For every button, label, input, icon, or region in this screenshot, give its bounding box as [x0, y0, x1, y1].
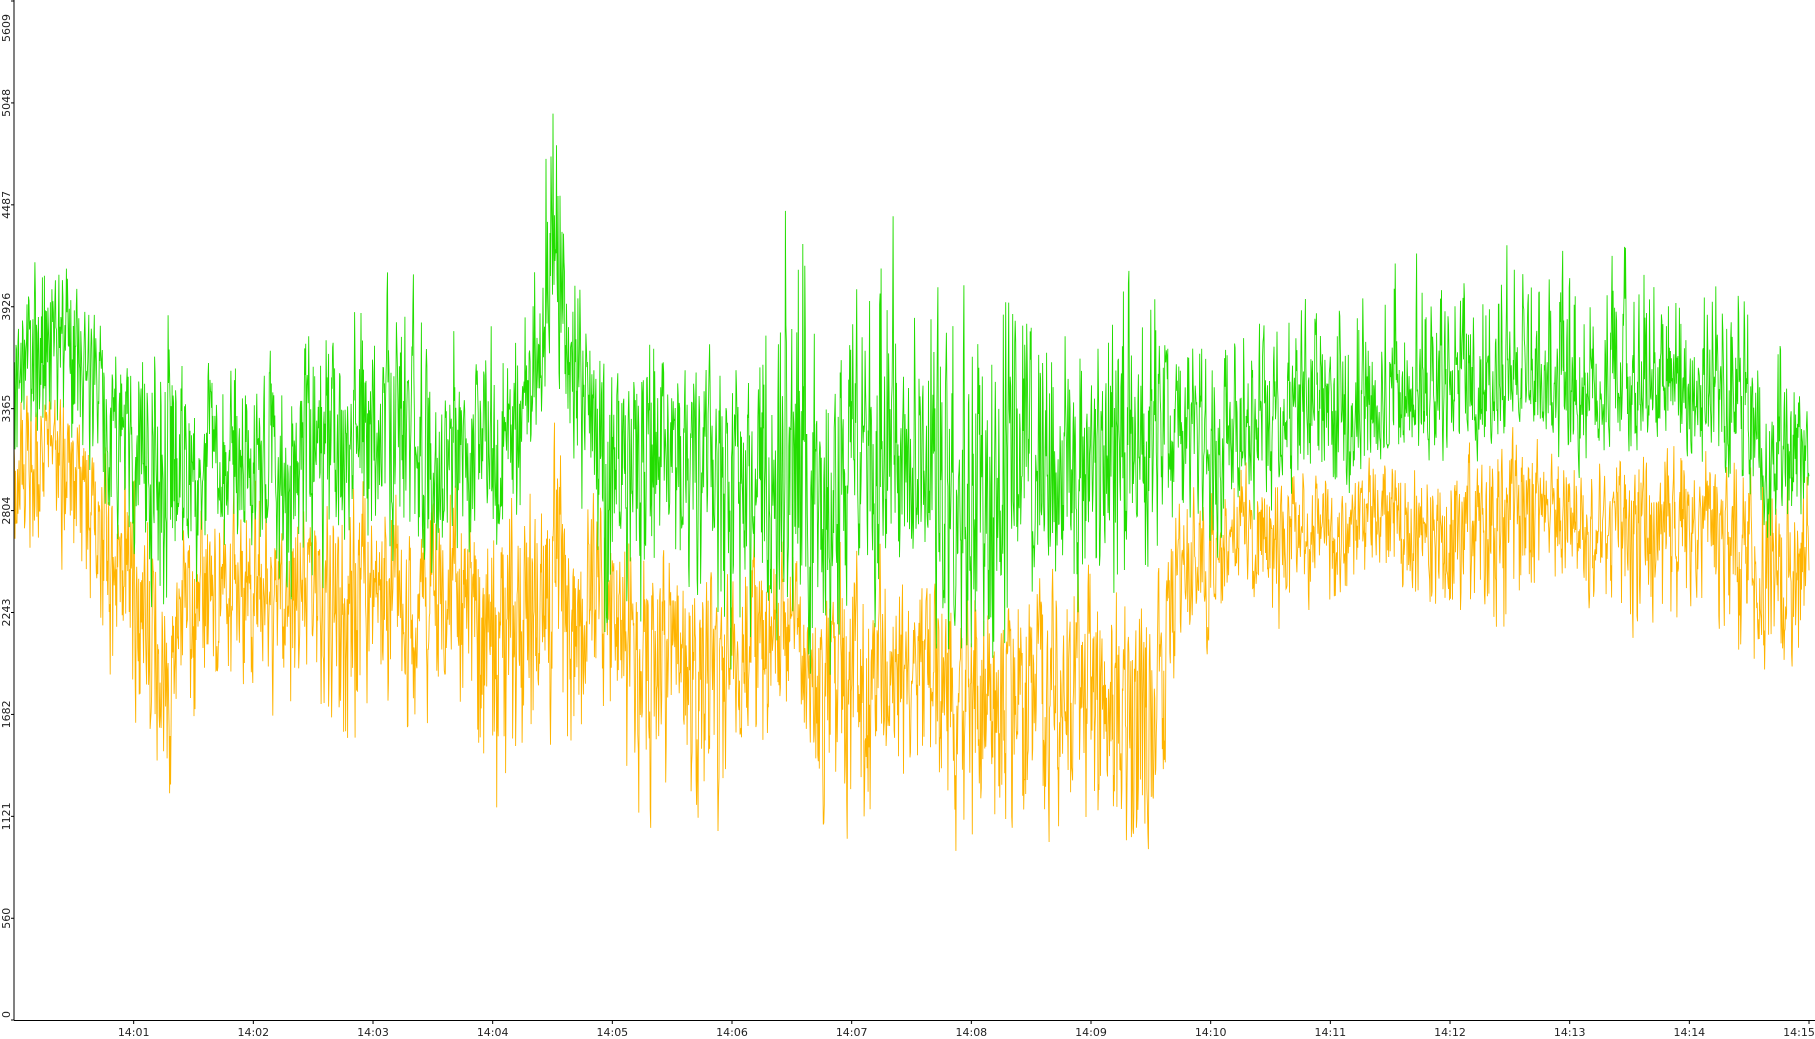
time-series-chart: 0 560 1121 1682 2243 2804 3365 3926 4487 5048 5609…	[0, 0, 1815, 1039]
series-layer	[13, 113, 1810, 851]
x-tick-label: 14:13	[1554, 1026, 1586, 1039]
y-tick-label: 3926	[0, 293, 13, 321]
y-tick-label: 4487	[0, 191, 13, 219]
y-tick-label: 2243	[0, 599, 13, 627]
x-tick-labels: 14:01 14:02 14:03 14:04 14:05 14:06 14:07 14:08…	[118, 1020, 1815, 1039]
y-tick-label: 0	[0, 1011, 13, 1018]
x-tick-label: 14:15	[1783, 1026, 1815, 1039]
x-tick-label: 14:12	[1434, 1026, 1466, 1039]
x-tick-label: 14:14	[1673, 1026, 1705, 1039]
x-tick-label: 14:10	[1195, 1026, 1227, 1039]
x-tick-label: 14:02	[237, 1026, 269, 1039]
x-tick-label: 14:11	[1314, 1026, 1346, 1039]
x-tick-label: 14:09	[1075, 1026, 1107, 1039]
y-tick-label: 5609	[0, 14, 13, 42]
y-tick-label: 1121	[0, 802, 13, 830]
x-tick-label: 14:01	[118, 1026, 150, 1039]
x-tick-label: 14:03	[357, 1026, 389, 1039]
y-tick-label: 1682	[0, 700, 13, 728]
x-tick-label: 14:05	[596, 1026, 628, 1039]
series-line-orange	[13, 395, 1810, 851]
y-tick-labels: 0 560 1121 1682 2243 2804 3365 3926 4487 5048 5609	[0, 0, 14, 1021]
x-tick-label: 14:08	[955, 1026, 987, 1039]
y-tick-label: 2804	[0, 497, 13, 525]
y-tick-label: 3365	[0, 395, 13, 423]
x-tick-label: 14:07	[836, 1026, 868, 1039]
series-line-green	[13, 113, 1810, 675]
chart-canvas: 0 560 1121 1682 2243 2804 3365 3926 4487 5048 5609…	[0, 0, 1815, 1039]
x-tick-label: 14:04	[477, 1026, 509, 1039]
x-tick-label: 14:06	[716, 1026, 748, 1039]
y-tick-label: 560	[0, 908, 13, 929]
y-tick-label: 5048	[0, 89, 13, 117]
